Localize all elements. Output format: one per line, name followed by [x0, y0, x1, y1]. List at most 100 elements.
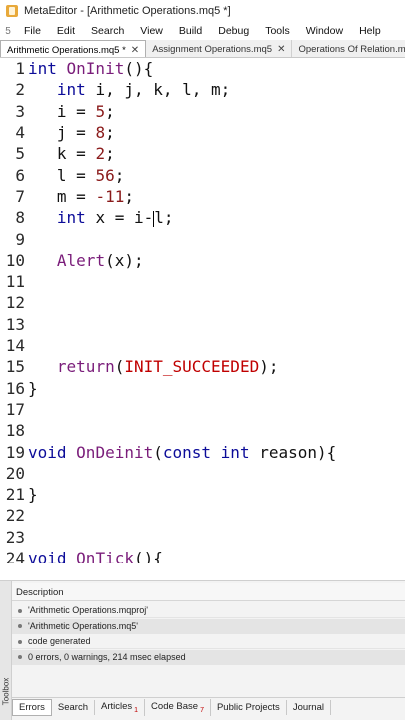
code-line[interactable]: 15 return(INIT_SUCCEEDED); [0, 356, 405, 377]
code-line[interactable]: 4 j = 8; [0, 122, 405, 143]
code-token: -11 [95, 186, 125, 206]
line-number: 12 [5, 293, 25, 313]
menu-item-tools[interactable]: Tools [257, 25, 298, 37]
menu-item-edit[interactable]: Edit [49, 25, 83, 37]
line-number: 15 [5, 357, 25, 377]
code-text: return(INIT_SUCCEEDED); [28, 357, 279, 377]
code-line[interactable]: 17 [0, 399, 405, 420]
code-text: m = -11; [28, 187, 134, 206]
close-icon[interactable]: ✕ [131, 45, 139, 56]
code-line[interactable]: 2 int i, j, k, l, m; [0, 79, 405, 100]
code-line[interactable]: 8 int x = i-l; [0, 207, 405, 228]
code-line[interactable]: 5 k = 2; [0, 143, 405, 164]
code-token: void [28, 549, 77, 563]
code-line[interactable]: 1 int OnInit(){ [0, 58, 405, 79]
code-line[interactable]: 3 i = 5; [0, 101, 405, 122]
description-column-header[interactable]: Description [12, 583, 405, 601]
code-token: } [28, 378, 38, 398]
file-tab[interactable]: Arithmetic Operations.mq5 * ✕ [0, 40, 147, 57]
code-line[interactable]: 9 [0, 228, 405, 249]
message-row[interactable]: 'Arithmetic Operations.mqproj' [12, 603, 405, 618]
line-number: 19 [5, 442, 25, 462]
code-token: OnDeinit [76, 442, 154, 462]
code-token: k = [28, 144, 96, 164]
code-text: k = 2; [28, 144, 115, 163]
line-number: 9 [15, 229, 25, 249]
line-number: 10 [5, 250, 25, 270]
code-line[interactable]: 24 void OnTick(){ [0, 548, 405, 563]
code-text: void OnTick(){ [28, 549, 163, 563]
menu-item-file[interactable]: File [16, 25, 49, 37]
count-badge: 7 [200, 707, 204, 714]
toolbox-tab-code-base[interactable]: Code Base 7 [145, 699, 211, 716]
code-text: int i, j, k, l, m; [28, 80, 230, 99]
code-token: 8 [95, 123, 106, 143]
title-bar: MetaEditor - [Arithmetic Operations.mq5 … [0, 0, 405, 22]
line-number: 13 [5, 314, 25, 334]
code-line[interactable]: 18 [0, 420, 405, 441]
file-tab[interactable]: Assignment Operations.mq5 ✕ [146, 40, 293, 57]
window-title: MetaEditor - [Arithmetic Operations.mq5 … [24, 5, 231, 17]
close-icon[interactable]: ✕ [277, 44, 285, 55]
code-text: } [28, 379, 38, 398]
menu-item-debug[interactable]: Debug [210, 25, 257, 37]
toolbox-tab-search[interactable]: Search [52, 700, 95, 715]
message-row[interactable]: 0 errors, 0 warnings, 214 msec elapsed [12, 649, 405, 665]
code-token: i, j, k, l, m; [95, 80, 231, 100]
message-text: 'Arithmetic Operations.mqproj' [28, 605, 148, 615]
code-line[interactable]: 22 [0, 505, 405, 526]
menu-item-help[interactable]: Help [351, 25, 389, 37]
toolbox-tab-public-projects[interactable]: Public Projects [211, 700, 287, 715]
message-row[interactable]: 'Arithmetic Operations.mq5' [12, 618, 405, 634]
code-token: l; [154, 208, 174, 228]
code-editor[interactable]: 1 int OnInit(){2 int i, j, k, l, m; 3 i = … [0, 58, 405, 563]
code-line[interactable]: 6 l = 56; [0, 165, 405, 186]
code-token: return [56, 357, 115, 377]
code-line[interactable]: 10 Alert(x); [0, 250, 405, 271]
metaeditor-logo-icon [6, 5, 18, 17]
file-tab-label: Arithmetic Operations.mq5 * [7, 44, 126, 56]
info-bullet-icon [18, 639, 22, 644]
line-number: 16 [5, 378, 25, 398]
line-number: 4 [15, 123, 25, 143]
menu-item-view[interactable]: View [132, 25, 171, 37]
toolbox-tab-journal[interactable]: Journal [287, 700, 331, 715]
toolbox-tab-errors[interactable]: Errors [12, 699, 52, 716]
code-line[interactable]: 14 [0, 335, 405, 356]
toolbox-tab-articles[interactable]: Articles 1 [95, 699, 146, 716]
code-line[interactable]: 16} [0, 378, 405, 399]
menu-gutter: 5 [5, 25, 11, 37]
code-line[interactable]: 20 [0, 463, 405, 484]
code-token: Alert [56, 250, 106, 270]
code-text: j = 8; [28, 123, 115, 142]
code-text: Alert(x); [28, 251, 144, 270]
toolbox-side-strip[interactable]: Toolbox [0, 581, 12, 720]
code-text: i = 5; [28, 102, 115, 121]
info-bullet-icon [18, 624, 22, 629]
menu-item-search[interactable]: Search [83, 25, 132, 37]
code-line[interactable]: 12 [0, 292, 405, 313]
file-tab-label: Operations Of Relation.mq [298, 44, 405, 55]
code-line[interactable]: 19 void OnDeinit(const int reason){ [0, 441, 405, 462]
code-token: ( [114, 357, 125, 377]
code-line[interactable]: 7 m = -11; [0, 186, 405, 207]
code-line[interactable]: 23 [0, 527, 405, 548]
info-bullet-icon [18, 655, 22, 660]
message-row[interactable]: code generated [12, 634, 405, 649]
code-text: int x = i-l; [28, 208, 174, 227]
code-token: i = [28, 101, 96, 121]
code-line[interactable]: 21} [0, 484, 405, 505]
line-number: 17 [5, 399, 25, 419]
message-text: code generated [28, 636, 91, 646]
line-number: 6 [15, 165, 25, 185]
code-line[interactable]: 11 [0, 271, 405, 292]
code-line[interactable]: 13 [0, 314, 405, 335]
menu-item-window[interactable]: Window [298, 25, 351, 37]
code-text: } [28, 485, 38, 504]
menu-item-build[interactable]: Build [171, 25, 210, 37]
line-number: 5 [15, 144, 25, 164]
file-tab[interactable]: Operations Of Relation.mq [292, 40, 405, 57]
toolbox-tab-bar: Errors Search Articles 1 Code Base 7 Public Pr… [12, 697, 405, 717]
toolbox-side-label: Toolbox [1, 677, 11, 706]
